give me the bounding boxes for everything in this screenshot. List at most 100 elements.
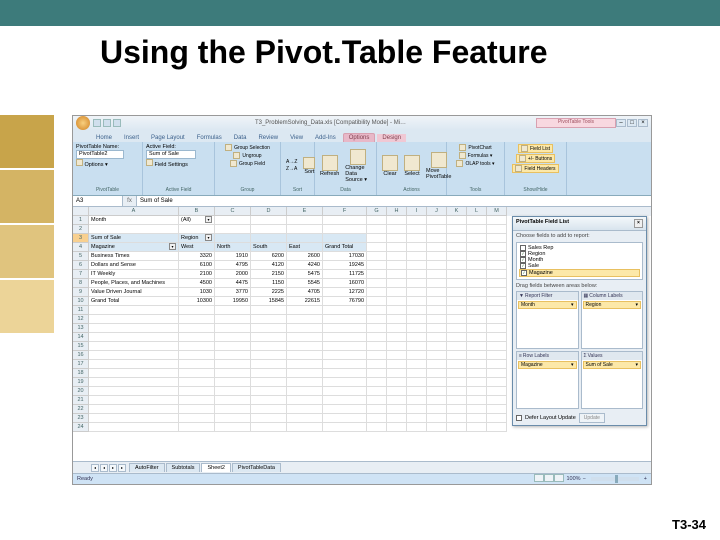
cell[interactable]	[467, 351, 487, 360]
cell[interactable]	[367, 333, 387, 342]
cell[interactable]	[427, 369, 447, 378]
cell[interactable]	[407, 378, 427, 387]
cell[interactable]	[467, 270, 487, 279]
col-header-D[interactable]: D	[251, 207, 287, 216]
col-header-F[interactable]: F	[323, 207, 367, 216]
cell[interactable]	[387, 225, 407, 234]
cell[interactable]	[323, 351, 367, 360]
cell[interactable]	[487, 324, 507, 333]
cell[interactable]	[179, 324, 215, 333]
group-selection-button[interactable]: Group Selection	[223, 144, 272, 151]
cell[interactable]	[367, 351, 387, 360]
tab-add-ins[interactable]: Add-Ins	[310, 134, 341, 142]
cell[interactable]	[467, 423, 487, 432]
cell[interactable]	[447, 423, 467, 432]
cell[interactable]	[215, 423, 251, 432]
row-header[interactable]: 12	[73, 315, 89, 324]
cell[interactable]: 5475	[287, 270, 323, 279]
col-header-C[interactable]: C	[215, 207, 251, 216]
cell[interactable]	[323, 315, 367, 324]
cell[interactable]	[287, 342, 323, 351]
cell[interactable]	[387, 315, 407, 324]
cell[interactable]	[387, 324, 407, 333]
cell[interactable]	[427, 387, 447, 396]
cell[interactable]	[387, 387, 407, 396]
cell[interactable]	[287, 414, 323, 423]
tab-review[interactable]: Review	[253, 134, 283, 142]
cell[interactable]	[427, 405, 447, 414]
fieldlist-toggle[interactable]: Field List	[518, 144, 553, 153]
cell[interactable]	[467, 324, 487, 333]
row-header[interactable]: 23	[73, 414, 89, 423]
col-header-B[interactable]: B	[179, 207, 215, 216]
cell[interactable]: 6200	[251, 252, 287, 261]
sheet-tab-subtotals[interactable]: Subtotals	[166, 463, 201, 472]
cell[interactable]	[467, 279, 487, 288]
tab-formulas[interactable]: Formulas	[192, 134, 227, 142]
cell[interactable]: 15845	[251, 297, 287, 306]
cell[interactable]	[89, 405, 179, 414]
cell[interactable]	[367, 360, 387, 369]
row-header[interactable]: 13	[73, 324, 89, 333]
cell[interactable]	[447, 252, 467, 261]
sort-za-button[interactable]: Z→A	[284, 166, 299, 172]
cell[interactable]	[407, 414, 427, 423]
cell[interactable]	[447, 396, 467, 405]
cell[interactable]	[323, 225, 367, 234]
cell[interactable]	[407, 315, 427, 324]
cell[interactable]	[427, 252, 447, 261]
cell[interactable]	[387, 360, 407, 369]
cell[interactable]	[487, 378, 507, 387]
cell[interactable]: Magazine▾	[89, 243, 179, 252]
col-header-A[interactable]: A	[89, 207, 179, 216]
rl-item[interactable]: Magazine▾	[518, 361, 577, 369]
tab-data[interactable]: Data	[229, 134, 252, 142]
cell[interactable]	[287, 360, 323, 369]
cell[interactable]	[367, 297, 387, 306]
ungroup-button[interactable]: Ungroup	[231, 152, 263, 159]
cell[interactable]	[367, 405, 387, 414]
cell[interactable]	[407, 234, 427, 243]
cell[interactable]	[287, 369, 323, 378]
row-header[interactable]: 14	[73, 333, 89, 342]
checkbox-icon[interactable]: ✓	[521, 270, 527, 276]
cell[interactable]: 2600	[287, 252, 323, 261]
view-buttons[interactable]	[534, 474, 564, 484]
cell[interactable]	[251, 315, 287, 324]
cell[interactable]	[287, 234, 323, 243]
cell[interactable]	[487, 315, 507, 324]
cell[interactable]	[447, 369, 467, 378]
cell[interactable]	[179, 405, 215, 414]
cell[interactable]	[407, 243, 427, 252]
cell[interactable]	[467, 252, 487, 261]
cl-item[interactable]: Region▾	[583, 301, 642, 309]
cell[interactable]	[323, 306, 367, 315]
col-header-L[interactable]: L	[467, 207, 487, 216]
cell[interactable]	[179, 396, 215, 405]
field-magazine[interactable]: ✓Magazine	[519, 269, 640, 277]
cell[interactable]	[427, 234, 447, 243]
cell[interactable]: 12720	[323, 288, 367, 297]
cell[interactable]: 76790	[323, 297, 367, 306]
cell[interactable]	[323, 387, 367, 396]
cell[interactable]	[467, 378, 487, 387]
cell[interactable]	[427, 270, 447, 279]
cell[interactable]	[179, 225, 215, 234]
cell[interactable]: Business Times	[89, 252, 179, 261]
cell[interactable]	[179, 414, 215, 423]
cell[interactable]	[407, 405, 427, 414]
cell[interactable]	[323, 369, 367, 378]
cell[interactable]	[287, 306, 323, 315]
cell[interactable]	[487, 252, 507, 261]
cell[interactable]	[447, 306, 467, 315]
row-header[interactable]: 17	[73, 360, 89, 369]
cell[interactable]	[215, 351, 251, 360]
cell[interactable]	[367, 324, 387, 333]
cell[interactable]	[251, 360, 287, 369]
cell[interactable]	[215, 414, 251, 423]
cell[interactable]	[367, 306, 387, 315]
cell[interactable]: 2000	[215, 270, 251, 279]
sheet-tab-autofilter[interactable]: AutoFilter	[129, 463, 165, 472]
col-header-G[interactable]: G	[367, 207, 387, 216]
cell[interactable]	[367, 414, 387, 423]
